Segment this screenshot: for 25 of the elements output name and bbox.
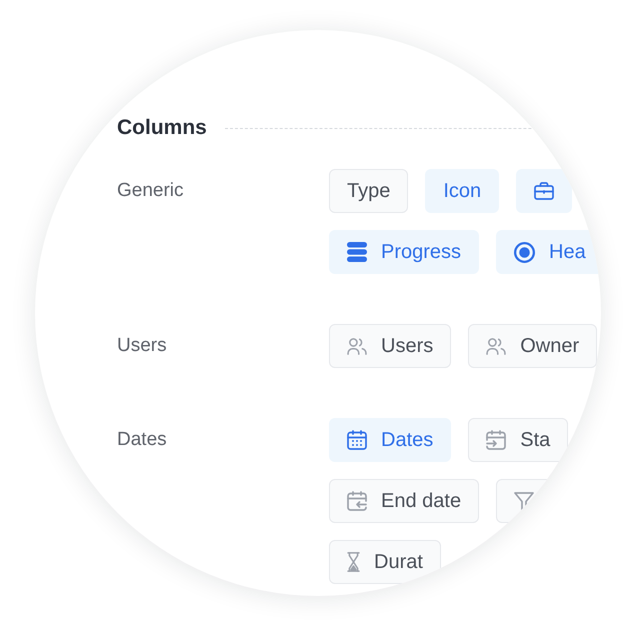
group-label: Dates: [117, 428, 167, 452]
column-toggle[interactable]: Sta: [468, 418, 568, 462]
column-toggle[interactable]: Type: [329, 169, 408, 213]
column-toggle[interactable]: [516, 169, 572, 213]
column-toggle[interactable]: Users: [329, 324, 452, 368]
people-icon: [347, 338, 367, 354]
column-toggle[interactable]: Dates: [329, 418, 452, 462]
calendar-arrow-icon: [347, 491, 367, 511]
column-toggle[interactable]: Durat: [329, 540, 441, 584]
circle-dot-icon: [514, 242, 536, 262]
column-toggle[interactable]: Owner: [468, 324, 598, 368]
column-toggle[interactable]: Hea: [496, 230, 601, 274]
people-icon: [486, 338, 506, 354]
group-label: Users: [117, 334, 167, 358]
column-toggle[interactable]: Icon: [425, 169, 500, 213]
stacked-bars-icon: [347, 242, 367, 262]
section-title: Columns: [117, 116, 207, 140]
calendar-icon: [347, 430, 367, 450]
briefcase-icon: [534, 182, 554, 200]
column-toggle[interactable]: End date: [329, 479, 480, 523]
funnel-icon: [514, 492, 534, 510]
hourglass-icon: [347, 552, 360, 572]
column-toggle[interactable]: Progress: [329, 230, 480, 274]
calendar-arrow-icon: [486, 430, 506, 450]
group-label: Generic: [117, 178, 184, 203]
